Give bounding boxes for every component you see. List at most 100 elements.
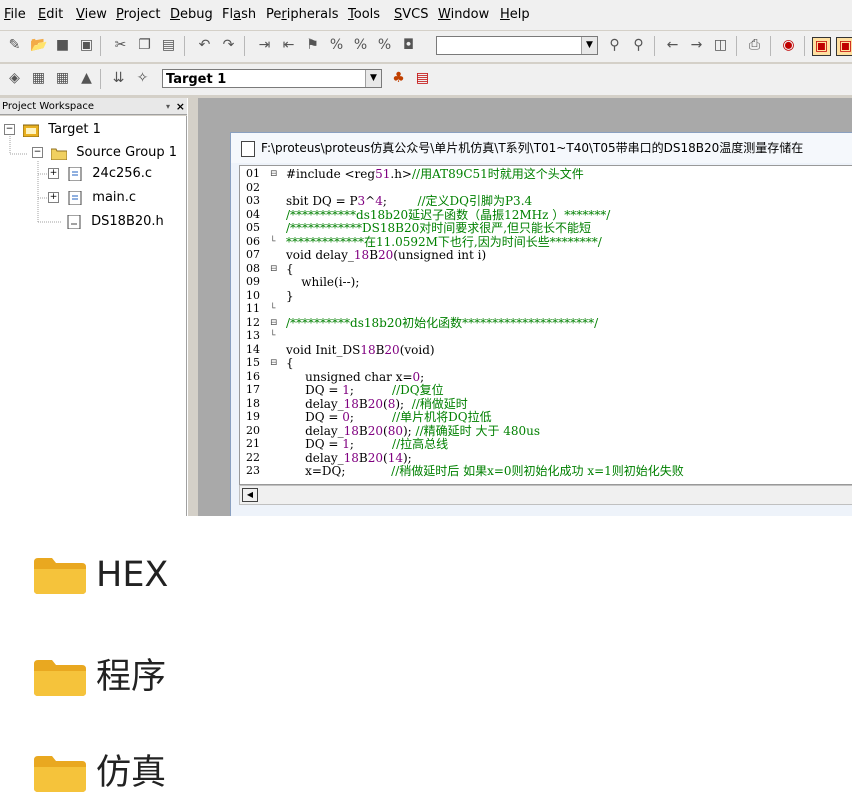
menu-item[interactable]: Tools xyxy=(348,7,380,22)
code-line: 18 delay_18B20(8); //稍做延时 xyxy=(240,396,852,411)
close-icon[interactable]: × xyxy=(176,98,185,115)
menu-item[interactable]: SVCS xyxy=(394,7,429,22)
folder-item[interactable]: HEX xyxy=(34,550,334,600)
target-combo[interactable]: Target 1 ▼ xyxy=(162,69,382,88)
menu-item[interactable]: File xyxy=(4,7,26,22)
expand-icon[interactable]: + xyxy=(48,192,59,203)
fold-marker[interactable]: └ xyxy=(270,303,279,315)
fold-marker[interactable]: └ xyxy=(270,330,279,342)
bookmark-icon[interactable]: ⚑ xyxy=(304,37,321,54)
fold-marker[interactable]: └ xyxy=(270,236,279,248)
tree-item-file[interactable]: DS18B20.h xyxy=(66,212,164,232)
fold-marker[interactable]: ⊟ xyxy=(270,263,279,275)
editor-area: F:\proteus\proteus仿真公众号\单片机仿真\T系列\T01~T4… xyxy=(198,98,852,516)
bookmark-next-icon[interactable]: % xyxy=(328,37,345,54)
menu-item[interactable]: Peripherals xyxy=(266,7,339,22)
translate-icon[interactable]: ◈ xyxy=(6,70,23,87)
code-text: #include <reg51.h>//用AT89C51时就用这个头文件 xyxy=(286,167,584,181)
folder-item[interactable]: 仿真 xyxy=(34,748,334,798)
code-comment: //稍做延时 xyxy=(411,396,468,411)
code-text: DQ = 1; //拉高总线 xyxy=(286,437,449,451)
indent-icon[interactable]: ⇥ xyxy=(256,37,273,54)
window-layout-icon[interactable]: ▣ xyxy=(812,37,831,56)
chevron-down-icon[interactable]: ▼ xyxy=(365,70,381,87)
bookmark-prev-icon[interactable]: % xyxy=(352,37,369,54)
undo-icon[interactable]: ↶ xyxy=(196,37,213,54)
cut-icon[interactable]: ✂ xyxy=(112,37,129,54)
line-number: 21 xyxy=(246,437,260,450)
collapse-icon[interactable]: − xyxy=(32,147,43,158)
manage-components-icon[interactable]: ♣ xyxy=(390,70,407,87)
build-icon[interactable]: ▦ xyxy=(30,70,47,87)
chevron-down-icon[interactable]: ▼ xyxy=(581,37,597,54)
redo-icon[interactable]: ↷ xyxy=(220,37,237,54)
find-in-files-icon[interactable]: ◘ xyxy=(400,37,417,54)
horizontal-scrollbar[interactable]: ◀ xyxy=(239,485,852,505)
fold-marker[interactable]: ⊟ xyxy=(270,357,279,369)
incremental-find-icon[interactable]: ⚲ xyxy=(630,37,647,54)
line-number: 06 xyxy=(246,234,260,248)
document-icon xyxy=(241,141,255,157)
rebuild-icon[interactable]: ▦ xyxy=(54,70,71,87)
window-layout-2-icon[interactable]: ▣ xyxy=(836,37,852,56)
code-text: /**********ds18b20初始化函数*****************… xyxy=(286,317,598,329)
tree-item-file[interactable]: + main.c xyxy=(48,188,136,208)
forward-icon[interactable]: → xyxy=(688,37,705,54)
toolbar-separator xyxy=(100,36,101,56)
code-comment: //定义DQ引脚为P3.4 xyxy=(417,194,533,208)
line-number: 10 xyxy=(246,288,260,302)
code-comment: //精确延时 大于 480us xyxy=(415,423,541,438)
folder-item[interactable]: 程序 xyxy=(34,652,334,702)
copy-icon[interactable]: ❐ xyxy=(136,37,153,54)
new-file-icon[interactable]: ✎ xyxy=(6,37,23,54)
menu-item[interactable]: Flash xyxy=(222,7,256,22)
expand-icon[interactable]: + xyxy=(48,168,59,179)
find-combo[interactable]: ▼ xyxy=(436,36,598,55)
menu-item[interactable]: Window xyxy=(438,7,489,22)
code-line: 03 sbit DQ = P3^4; //定义DQ引脚为P3.4 xyxy=(240,194,852,208)
find-icon[interactable]: ⚲ xyxy=(606,37,623,54)
save-all-icon[interactable]: ▣ xyxy=(78,37,95,54)
bookmark-clear-icon[interactable]: % xyxy=(376,37,393,54)
unindent-icon[interactable]: ⇤ xyxy=(280,37,297,54)
menu-item[interactable]: Help xyxy=(500,7,530,22)
folder-open-icon xyxy=(51,148,68,160)
line-number: 23 xyxy=(246,464,260,477)
stop-build-icon[interactable]: ▲ xyxy=(78,70,95,87)
save-icon[interactable]: ■ xyxy=(54,37,71,54)
code-line: 09 while(i--); xyxy=(240,275,852,289)
menu-item[interactable]: View xyxy=(76,7,107,22)
menu-item[interactable]: Edit xyxy=(38,7,63,22)
paste-icon[interactable]: ▤ xyxy=(160,37,177,54)
pin-icon[interactable]: ▾ xyxy=(166,98,170,115)
menu-item[interactable]: Project xyxy=(116,7,161,22)
folder-icon xyxy=(34,660,86,696)
toolbar-separator xyxy=(654,36,655,56)
fold-marker[interactable]: ⊟ xyxy=(270,168,279,180)
line-number: 03 xyxy=(246,194,260,207)
code-editor[interactable]: 01 ⊟ #include <reg51.h>//用AT89C51时就用这个头文件 0… xyxy=(239,165,852,485)
tree-item-source-group[interactable]: − Source Group 1 xyxy=(32,143,177,163)
collapse-icon[interactable]: − xyxy=(4,124,15,135)
back-icon[interactable]: ← xyxy=(664,37,681,54)
code-text: while(i--); xyxy=(286,275,360,289)
tree-item-target[interactable]: − Target 1 xyxy=(4,120,101,140)
browse-icon[interactable]: ◫ xyxy=(712,37,729,54)
debug-session-icon[interactable]: ◉ xyxy=(780,37,797,54)
editor-title-bar: F:\proteus\proteus仿真公众号\单片机仿真\T系列\T01~T4… xyxy=(231,133,852,163)
menu-item[interactable]: Debug xyxy=(170,7,213,22)
tree-item-file[interactable]: + 24c256.c xyxy=(48,164,152,184)
options-for-target-icon[interactable]: ✧ xyxy=(134,70,151,87)
open-folder-icon[interactable]: 📂 xyxy=(30,37,47,54)
download-icon[interactable]: ⇊ xyxy=(110,70,127,87)
print-icon[interactable]: ⎙ xyxy=(746,37,763,54)
folder-name: 程序 xyxy=(96,657,167,697)
code-line: 04 /***********ds18b20延迟子函数（晶振12MHz ）****… xyxy=(240,208,852,221)
fold-marker[interactable]: ⊟ xyxy=(270,317,279,329)
panel-splitter[interactable] xyxy=(187,98,198,516)
scroll-left-icon[interactable]: ◀ xyxy=(242,488,258,502)
workspace-title: Project Workspace xyxy=(2,101,95,112)
line-number: 15 xyxy=(246,356,260,369)
code-text: *************在11.0592M下也行,因为时间长些********… xyxy=(286,236,602,248)
books-icon[interactable]: ▤ xyxy=(414,70,431,87)
